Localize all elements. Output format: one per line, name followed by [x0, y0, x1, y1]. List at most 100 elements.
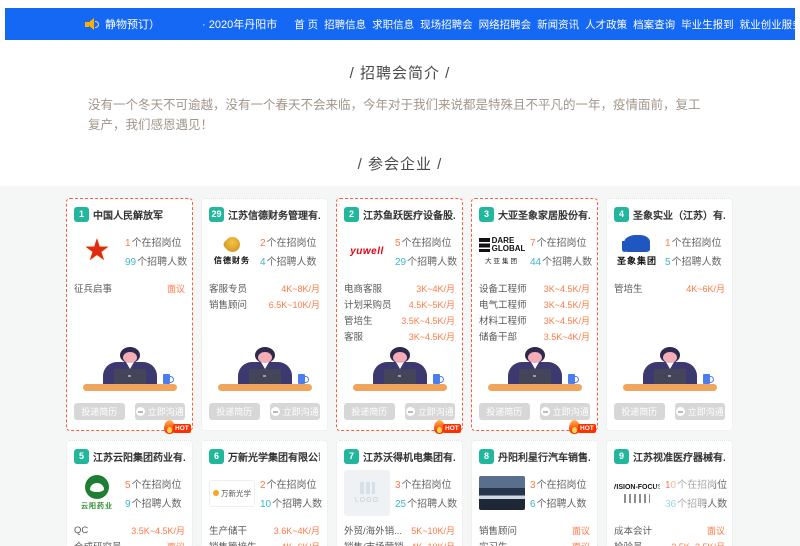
job-salary: 3K~4.5K/月	[544, 282, 590, 295]
company-card[interactable]: 3 大亚圣象家居股份有... DAREGLOBAL大亚集团 7 个在招岗位 44…	[471, 198, 598, 431]
company-card[interactable]: 8 丹阳利星行汽车销售... 3 个在招岗位 6 个招聘人数 销售顾问 面议 实…	[471, 440, 598, 546]
job-row[interactable]: 电商客服 3K~4K/月	[344, 281, 455, 295]
rank-badge: 6	[209, 449, 224, 464]
nav-item[interactable]: 新闻资讯	[536, 17, 580, 32]
speaker-icon	[85, 18, 99, 30]
submit-resume-button[interactable]: 投递简历	[614, 403, 665, 420]
nav-item[interactable]: 人才政策	[584, 17, 628, 32]
company-card[interactable]: 5 江苏云阳集团药业有... 云阳药业 5 个在招岗位 9 个招聘人数 QC 3…	[66, 440, 193, 546]
nav-item[interactable]: 现场招聘会	[419, 17, 474, 32]
orange-dot-icon	[213, 490, 219, 496]
company-stats: 1 个在招岗位 5 个招聘人数	[665, 234, 725, 268]
job-row[interactable]: 计划采购员 4.5K~5K/月	[344, 297, 455, 311]
open-positions-label: 个在招岗位	[267, 476, 317, 491]
green-circle-icon	[85, 475, 109, 499]
card-header: 2 江苏鱼跃医疗设备股...	[344, 206, 455, 222]
nav-item[interactable]: 毕业生报到	[680, 17, 735, 32]
company-card[interactable]: 6 万新光学集团有限公司 万新光学 2 个在招岗位 10 个招聘人数 生产储干 …	[201, 440, 328, 546]
hiring-label: 个招聘人数	[537, 495, 587, 510]
company-card[interactable]: 9 江苏视准医疗器械有... VISION-FOCUS 10 个在招岗位 36 …	[606, 440, 733, 546]
job-row[interactable]: 管培生 3.5K~4.5K/月	[344, 313, 455, 327]
job-salary: 4.5K~5K/月	[409, 298, 455, 311]
job-row[interactable]: 生产储干 3.6K~4K/月	[209, 523, 320, 537]
job-row[interactable]: QC 3.5K~4.5K/月	[74, 523, 185, 537]
job-row[interactable]: 设备工程师 3K~4.5K/月	[479, 281, 590, 295]
hiring-stat: 29 个招聘人数	[395, 253, 457, 268]
job-row[interactable]: 检验员 2.5K~3.5K/月	[614, 539, 725, 546]
job-row[interactable]: 销售管培生 4K~6K/月	[209, 539, 320, 546]
rank-badge: 29	[209, 207, 224, 222]
open-positions-count: 5	[395, 238, 401, 249]
company-name: 江苏视准医疗器械有...	[633, 449, 725, 464]
company-card[interactable]: 29 江苏信德财务管理有... 信德财务 2 个在招岗位 4 个招聘人数 客服专…	[201, 198, 328, 431]
open-positions-label: 个在招岗位	[267, 234, 317, 249]
job-row[interactable]: 销售顾问 6.5K~10K/月	[209, 297, 320, 311]
submit-resume-button[interactable]: 投递简历	[209, 403, 260, 420]
open-positions-count: 1	[125, 238, 131, 249]
job-salary: 面议	[572, 540, 590, 546]
job-row[interactable]: 征兵启事 面议	[74, 281, 185, 295]
job-title: 客服	[344, 329, 407, 343]
card-info: 云阳药业 5 个在招岗位 9 个招聘人数	[74, 470, 185, 516]
job-row[interactable]: 实习生 面议	[479, 539, 590, 546]
rank-badge: 7	[344, 449, 359, 464]
job-list: QC 3.5K~4.5K/月 合成研究员 面议 质量研究员 面议 设备维护工程师…	[74, 523, 185, 546]
nav-item[interactable]: 档案查询	[632, 17, 676, 32]
nav-item[interactable]: 招聘信息	[323, 17, 367, 32]
company-stats: 5 个在招岗位 29 个招聘人数	[395, 234, 457, 268]
card-header: 6 万新光学集团有限公司	[209, 448, 320, 464]
job-row[interactable]: 储备干部 3.5K~4K/月	[479, 329, 590, 343]
company-stats: 5 个在招岗位 9 个招聘人数	[125, 476, 185, 510]
job-row[interactable]: 客服专员 4K~8K/月	[209, 281, 320, 295]
job-row[interactable]: 外贸/海外销... 5K~10K/月	[344, 523, 455, 537]
job-row[interactable]: 管培生 4K~6K/月	[614, 281, 725, 295]
hiring-label: 个招聘人数	[407, 495, 457, 510]
job-salary: 3K~4K/月	[416, 282, 455, 295]
rank-badge: 5	[74, 449, 89, 464]
job-row[interactable]: 材料工程师 3K~4.5K/月	[479, 313, 590, 327]
job-title: 征兵启事	[74, 281, 165, 295]
job-salary: 3K~4.5K/月	[544, 298, 590, 311]
desk	[83, 384, 177, 391]
open-positions-stat: 3 个在招岗位	[395, 476, 457, 491]
job-row[interactable]: 客服 3K~4.5K/月	[344, 329, 455, 343]
chat-now-button[interactable]: 立即沟通	[270, 403, 321, 420]
job-row[interactable]: 合成研究员 面议	[74, 539, 185, 546]
submit-resume-button[interactable]: 投递简历	[479, 403, 530, 420]
job-row[interactable]: 销售顾问 面议	[479, 523, 590, 537]
job-salary: 6.5K~10K/月	[269, 298, 320, 311]
job-title: 材料工程师	[479, 313, 542, 327]
hiring-label: 个招聘人数	[542, 253, 592, 268]
open-positions-stat: 2 个在招岗位	[260, 476, 322, 491]
hot-label: HOT	[578, 424, 596, 433]
chat-now-button[interactable]: 立即沟通	[675, 403, 726, 420]
nav-item[interactable]: 就业创业服务	[739, 17, 800, 32]
job-title: 电商客服	[344, 281, 414, 295]
logo-placeholder: LOGO	[344, 470, 390, 516]
submit-resume-button[interactable]: 投递简历	[344, 403, 395, 420]
hiring-count: 6	[530, 499, 536, 510]
job-title: 管培生	[344, 313, 399, 327]
company-card[interactable]: 4 圣象实业（江苏）有... 圣象集团 1 个在招岗位 5 个招聘人数 管培生 …	[606, 198, 733, 431]
company-name: 江苏鱼跃医疗设备股...	[363, 207, 455, 222]
job-row[interactable]: 销售/市场营销 4K~10K/月	[344, 539, 455, 546]
nav-item[interactable]: 求职信息	[371, 17, 415, 32]
job-row[interactable]: 成本会计 面议	[614, 523, 725, 537]
job-row[interactable]: 电气工程师 3K~4.5K/月	[479, 297, 590, 311]
submit-resume-button[interactable]: 投递简历	[74, 403, 125, 420]
desk	[353, 384, 447, 391]
dare-logo: DAREGLOBAL	[479, 237, 525, 254]
open-positions-stat: 5 个在招岗位	[125, 476, 185, 491]
nav-item[interactable]: 首 页	[293, 17, 319, 32]
job-salary: 5K~10K/月	[411, 524, 455, 537]
announcement-text: 静物预订）	[105, 16, 160, 32]
company-logo: 万新光学	[209, 470, 255, 516]
open-positions-label: 个在招岗位	[132, 234, 182, 249]
company-card[interactable]: 2 江苏鱼跃医疗设备股... yuwell 5 个在招岗位 29 个招聘人数 电…	[336, 198, 463, 431]
hot-label: HOT	[173, 424, 191, 433]
company-card[interactable]: 7 江苏沃得机电集团有... LOGO 3 个在招岗位 25 个招聘人数 外贸/…	[336, 440, 463, 546]
card-header: 5 江苏云阳集团药业有...	[74, 448, 185, 464]
nav-item[interactable]: 网络招聘会	[478, 17, 533, 32]
company-card[interactable]: 1 中国人民解放军 ★ 1 个在招岗位 99 个招聘人数 征兵启事 面议	[66, 198, 193, 431]
job-title: 实习生	[479, 539, 570, 546]
